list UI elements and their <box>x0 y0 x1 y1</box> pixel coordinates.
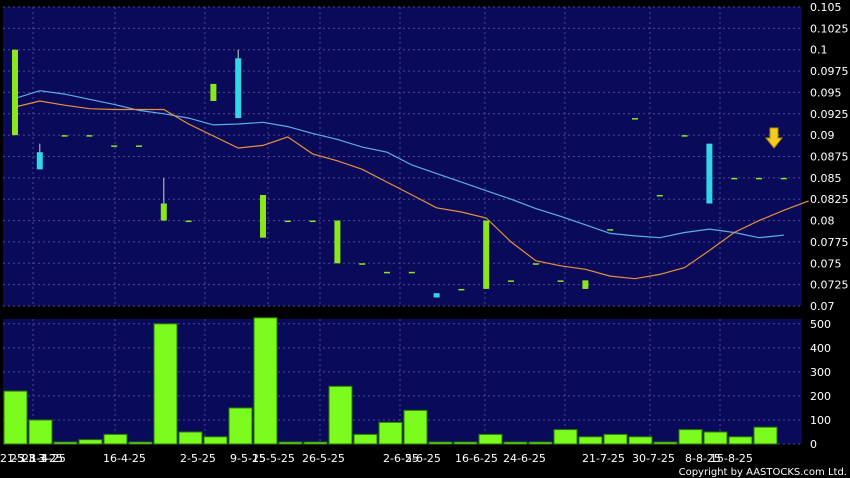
volume-tick-label: 500 <box>810 318 831 331</box>
price-tick-label: 0.1 <box>810 44 828 57</box>
volume-bar <box>678 429 703 445</box>
volume-bar <box>253 317 278 445</box>
price-panel <box>3 7 802 306</box>
price-tick-label: 0.07 <box>810 300 835 313</box>
x-tick-label: 15-8-25 <box>710 452 753 465</box>
candle-body <box>160 203 167 221</box>
candle-body <box>260 194 266 238</box>
volume-bar <box>728 436 753 445</box>
x-tick-label: 16-6-25 <box>455 452 498 465</box>
candle-body <box>458 288 465 291</box>
volume-bar <box>328 385 353 445</box>
candle-body <box>483 220 490 289</box>
x-tick-label: 16-4-25 <box>103 452 146 465</box>
candle-body <box>532 263 539 265</box>
candle-body <box>632 118 638 120</box>
stock-chart: 0.105 0.1025 0.1 0.0975 0.095 0.0925 0.09 0.087… <box>0 1 849 478</box>
candle-body <box>36 152 43 170</box>
x-tick-label: 5-6-25 <box>405 452 441 465</box>
volume-bar <box>503 441 528 445</box>
candle-body <box>607 229 614 231</box>
volume-bar <box>553 429 578 445</box>
price-tick-label: 0.0925 <box>810 108 849 121</box>
volume-bar <box>403 409 428 445</box>
price-tick-label: 0.0875 <box>810 151 849 164</box>
candle-body <box>359 263 366 265</box>
volume-bar <box>478 433 503 445</box>
volume-bar <box>353 433 378 445</box>
candle-body <box>111 145 118 147</box>
x-tick-label: 2-5-25 <box>180 452 216 465</box>
price-tick-label: 0.095 <box>810 86 842 99</box>
volume-bar <box>303 441 328 445</box>
price-tick-label: 0.085 <box>810 172 842 185</box>
candle-body <box>384 271 390 274</box>
copyright-text: Copyright by AASTOCKS.com Ltd. <box>679 467 847 478</box>
candle-body <box>706 143 713 204</box>
candle-body <box>582 280 589 289</box>
volume-bar <box>278 441 303 445</box>
volume-bar <box>653 441 678 445</box>
candle-body <box>136 145 142 147</box>
candle-body <box>210 83 217 101</box>
candle-body <box>681 135 688 137</box>
volume-bar <box>528 441 553 445</box>
volume-bar <box>28 419 53 445</box>
volume-bar <box>53 441 78 445</box>
price-tick-label: 0.09 <box>810 129 835 142</box>
price-tick-label: 0.105 <box>810 1 842 14</box>
candle-body <box>408 271 415 274</box>
volume-tick-label: 400 <box>810 342 831 355</box>
volume-bar <box>78 439 103 445</box>
volume-bar <box>628 436 653 445</box>
price-tick-label: 0.0775 <box>810 236 849 249</box>
x-tick-label: 15-5-25 <box>252 452 295 465</box>
candle-body <box>61 135 68 137</box>
volume-bar <box>453 441 478 445</box>
volume-bar <box>153 323 178 445</box>
candle-body <box>284 220 291 223</box>
candle-body <box>433 293 440 298</box>
volume-bar <box>228 407 253 445</box>
candle-body <box>12 49 18 136</box>
candle-body <box>557 280 564 282</box>
volume-bar <box>128 441 153 445</box>
volume-tick-label: 200 <box>810 390 831 403</box>
candle-body <box>656 194 663 197</box>
price-tick-label: 0.08 <box>810 215 835 228</box>
price-tick-label: 0.0725 <box>810 279 849 292</box>
volume-bar <box>753 426 778 445</box>
volume-bar <box>578 436 603 445</box>
volume-tick-label: 100 <box>810 414 831 427</box>
candle-body <box>508 280 514 282</box>
price-tick-label: 0.0975 <box>810 65 849 78</box>
volume-bar <box>378 421 403 445</box>
candle-body <box>780 177 787 180</box>
volume-bar <box>103 433 128 445</box>
volume-bar <box>428 441 453 445</box>
x-tick-label: 21-7-25 <box>582 452 625 465</box>
x-tick-label: 26-5-25 <box>302 452 345 465</box>
x-tick-label: 3-25 <box>38 452 63 465</box>
x-tick-label: 30-7-25 <box>632 452 675 465</box>
candle-body <box>309 220 316 223</box>
price-tick-label: 0.075 <box>810 257 842 270</box>
volume-tick-label: 300 <box>810 366 831 379</box>
volume-bar <box>203 436 228 445</box>
candle-body <box>334 220 341 264</box>
volume-bar <box>3 390 28 445</box>
volume-tick-label: 0 <box>810 438 817 451</box>
candle-body <box>756 177 762 180</box>
volume-bar <box>178 431 203 445</box>
x-tick-label: 24-6-25 <box>503 452 546 465</box>
price-tick-label: 0.1025 <box>810 22 849 35</box>
volume-bar <box>703 431 728 445</box>
candle-body <box>731 177 738 180</box>
volume-bar <box>603 433 628 445</box>
candle-body <box>86 135 93 137</box>
price-tick-label: 0.0825 <box>810 193 849 206</box>
candle-body <box>235 58 242 119</box>
candle-body <box>185 220 192 223</box>
